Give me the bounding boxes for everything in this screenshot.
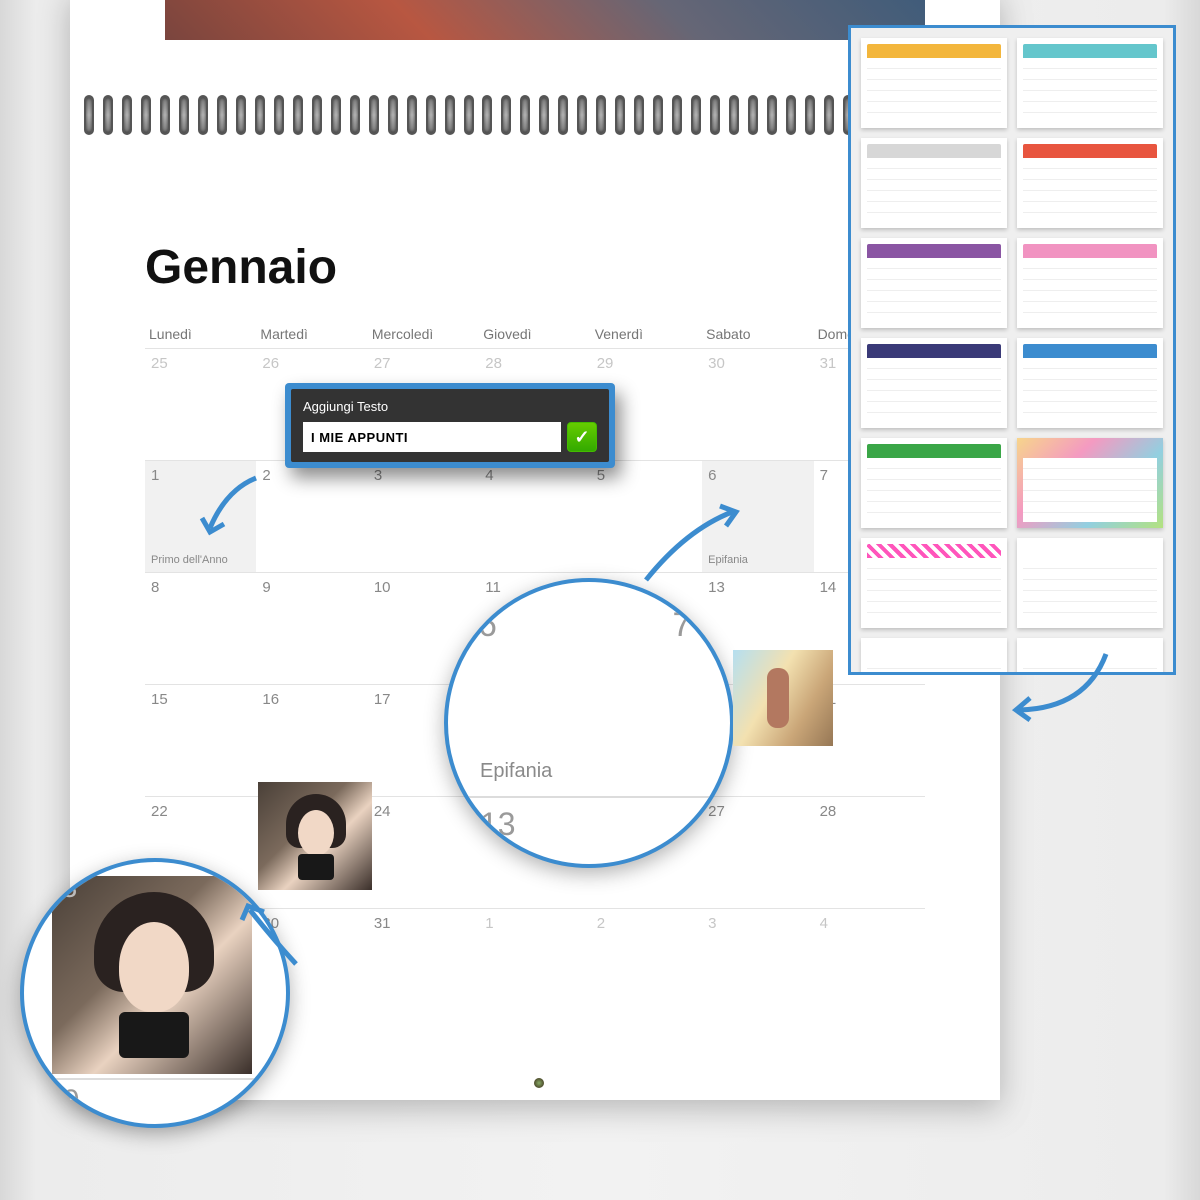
arrow-icon (196, 470, 266, 550)
header-photo (165, 0, 925, 40)
theme-thumbnail[interactable] (861, 538, 1007, 628)
day-header: Martedì (256, 320, 367, 348)
calendar-cell[interactable]: 3 (702, 908, 813, 1020)
zoom-day-23: 23 (46, 872, 77, 904)
punch-hole (534, 1078, 544, 1088)
check-icon: ✓ (574, 427, 589, 448)
theme-thumbnail[interactable] (861, 438, 1007, 528)
popup-text-input[interactable] (303, 422, 561, 452)
calendar-cell[interactable]: 25 (145, 348, 256, 460)
theme-thumbnail[interactable] (1017, 138, 1163, 228)
arrow-icon (232, 898, 312, 978)
theme-thumbnail[interactable] (1017, 338, 1163, 428)
popup-title: Aggiungi Testo (303, 399, 597, 414)
calendar-cell[interactable]: 2 (591, 908, 702, 1020)
calendar-cell[interactable]: 16 (256, 684, 367, 796)
zoom-day-30: 30 (46, 1084, 79, 1118)
theme-thumbnail[interactable] (1017, 238, 1163, 328)
calendar-cell[interactable]: 3 (368, 460, 479, 572)
calendar-cell[interactable]: 15 (145, 684, 256, 796)
calendar-cell[interactable]: 9 (256, 572, 367, 684)
theme-thumbnail[interactable] (861, 38, 1007, 128)
theme-thumbnail[interactable] (861, 138, 1007, 228)
cell-photo-day20[interactable] (733, 650, 833, 746)
calendar-cell[interactable]: 31 (368, 908, 479, 1020)
month-title: Gennaio (145, 240, 337, 295)
zoom-epifania: 6 7 Epifania 13 (444, 578, 734, 868)
zoom-day-13: 13 (480, 806, 516, 843)
zoom-day-7: 7 (672, 606, 691, 644)
zoom-holiday-label: Epifania (480, 760, 552, 783)
day-header: Venerdì (591, 320, 702, 348)
calendar-cell[interactable]: 4 (814, 908, 925, 1020)
calendar-cell[interactable]: 8 (145, 572, 256, 684)
arrow-icon (636, 500, 746, 590)
theme-picker-panel (848, 25, 1176, 675)
confirm-button[interactable]: ✓ (567, 422, 597, 452)
theme-thumbnail[interactable] (861, 638, 1007, 675)
theme-thumbnail[interactable] (861, 338, 1007, 428)
theme-thumbnail[interactable] (1017, 38, 1163, 128)
arrow-icon (1006, 648, 1116, 728)
theme-thumbnail[interactable] (1017, 438, 1163, 528)
holiday-note: Primo dell'Anno (151, 554, 228, 566)
add-text-popup: Aggiungi Testo ✓ (285, 383, 615, 468)
calendar-cell[interactable]: 2 (256, 460, 367, 572)
calendar-cell[interactable]: 28 (814, 796, 925, 908)
day-header: Giovedì (479, 320, 590, 348)
day-headers: LunedìMartedìMercoledìGiovedìVenerdìSaba… (145, 320, 925, 348)
day-header: Lunedì (145, 320, 256, 348)
zoom-day-6: 6 (478, 606, 668, 645)
cell-photo-day23[interactable] (258, 782, 372, 890)
calendar-cell[interactable]: 4 (479, 460, 590, 572)
calendar-cell[interactable]: 30 (702, 348, 813, 460)
calendar-cell[interactable]: 1 (479, 908, 590, 1020)
day-header: Sabato (702, 320, 813, 348)
day-header: Mercoledì (368, 320, 479, 348)
theme-thumbnail[interactable] (861, 238, 1007, 328)
theme-thumbnail[interactable] (1017, 538, 1163, 628)
